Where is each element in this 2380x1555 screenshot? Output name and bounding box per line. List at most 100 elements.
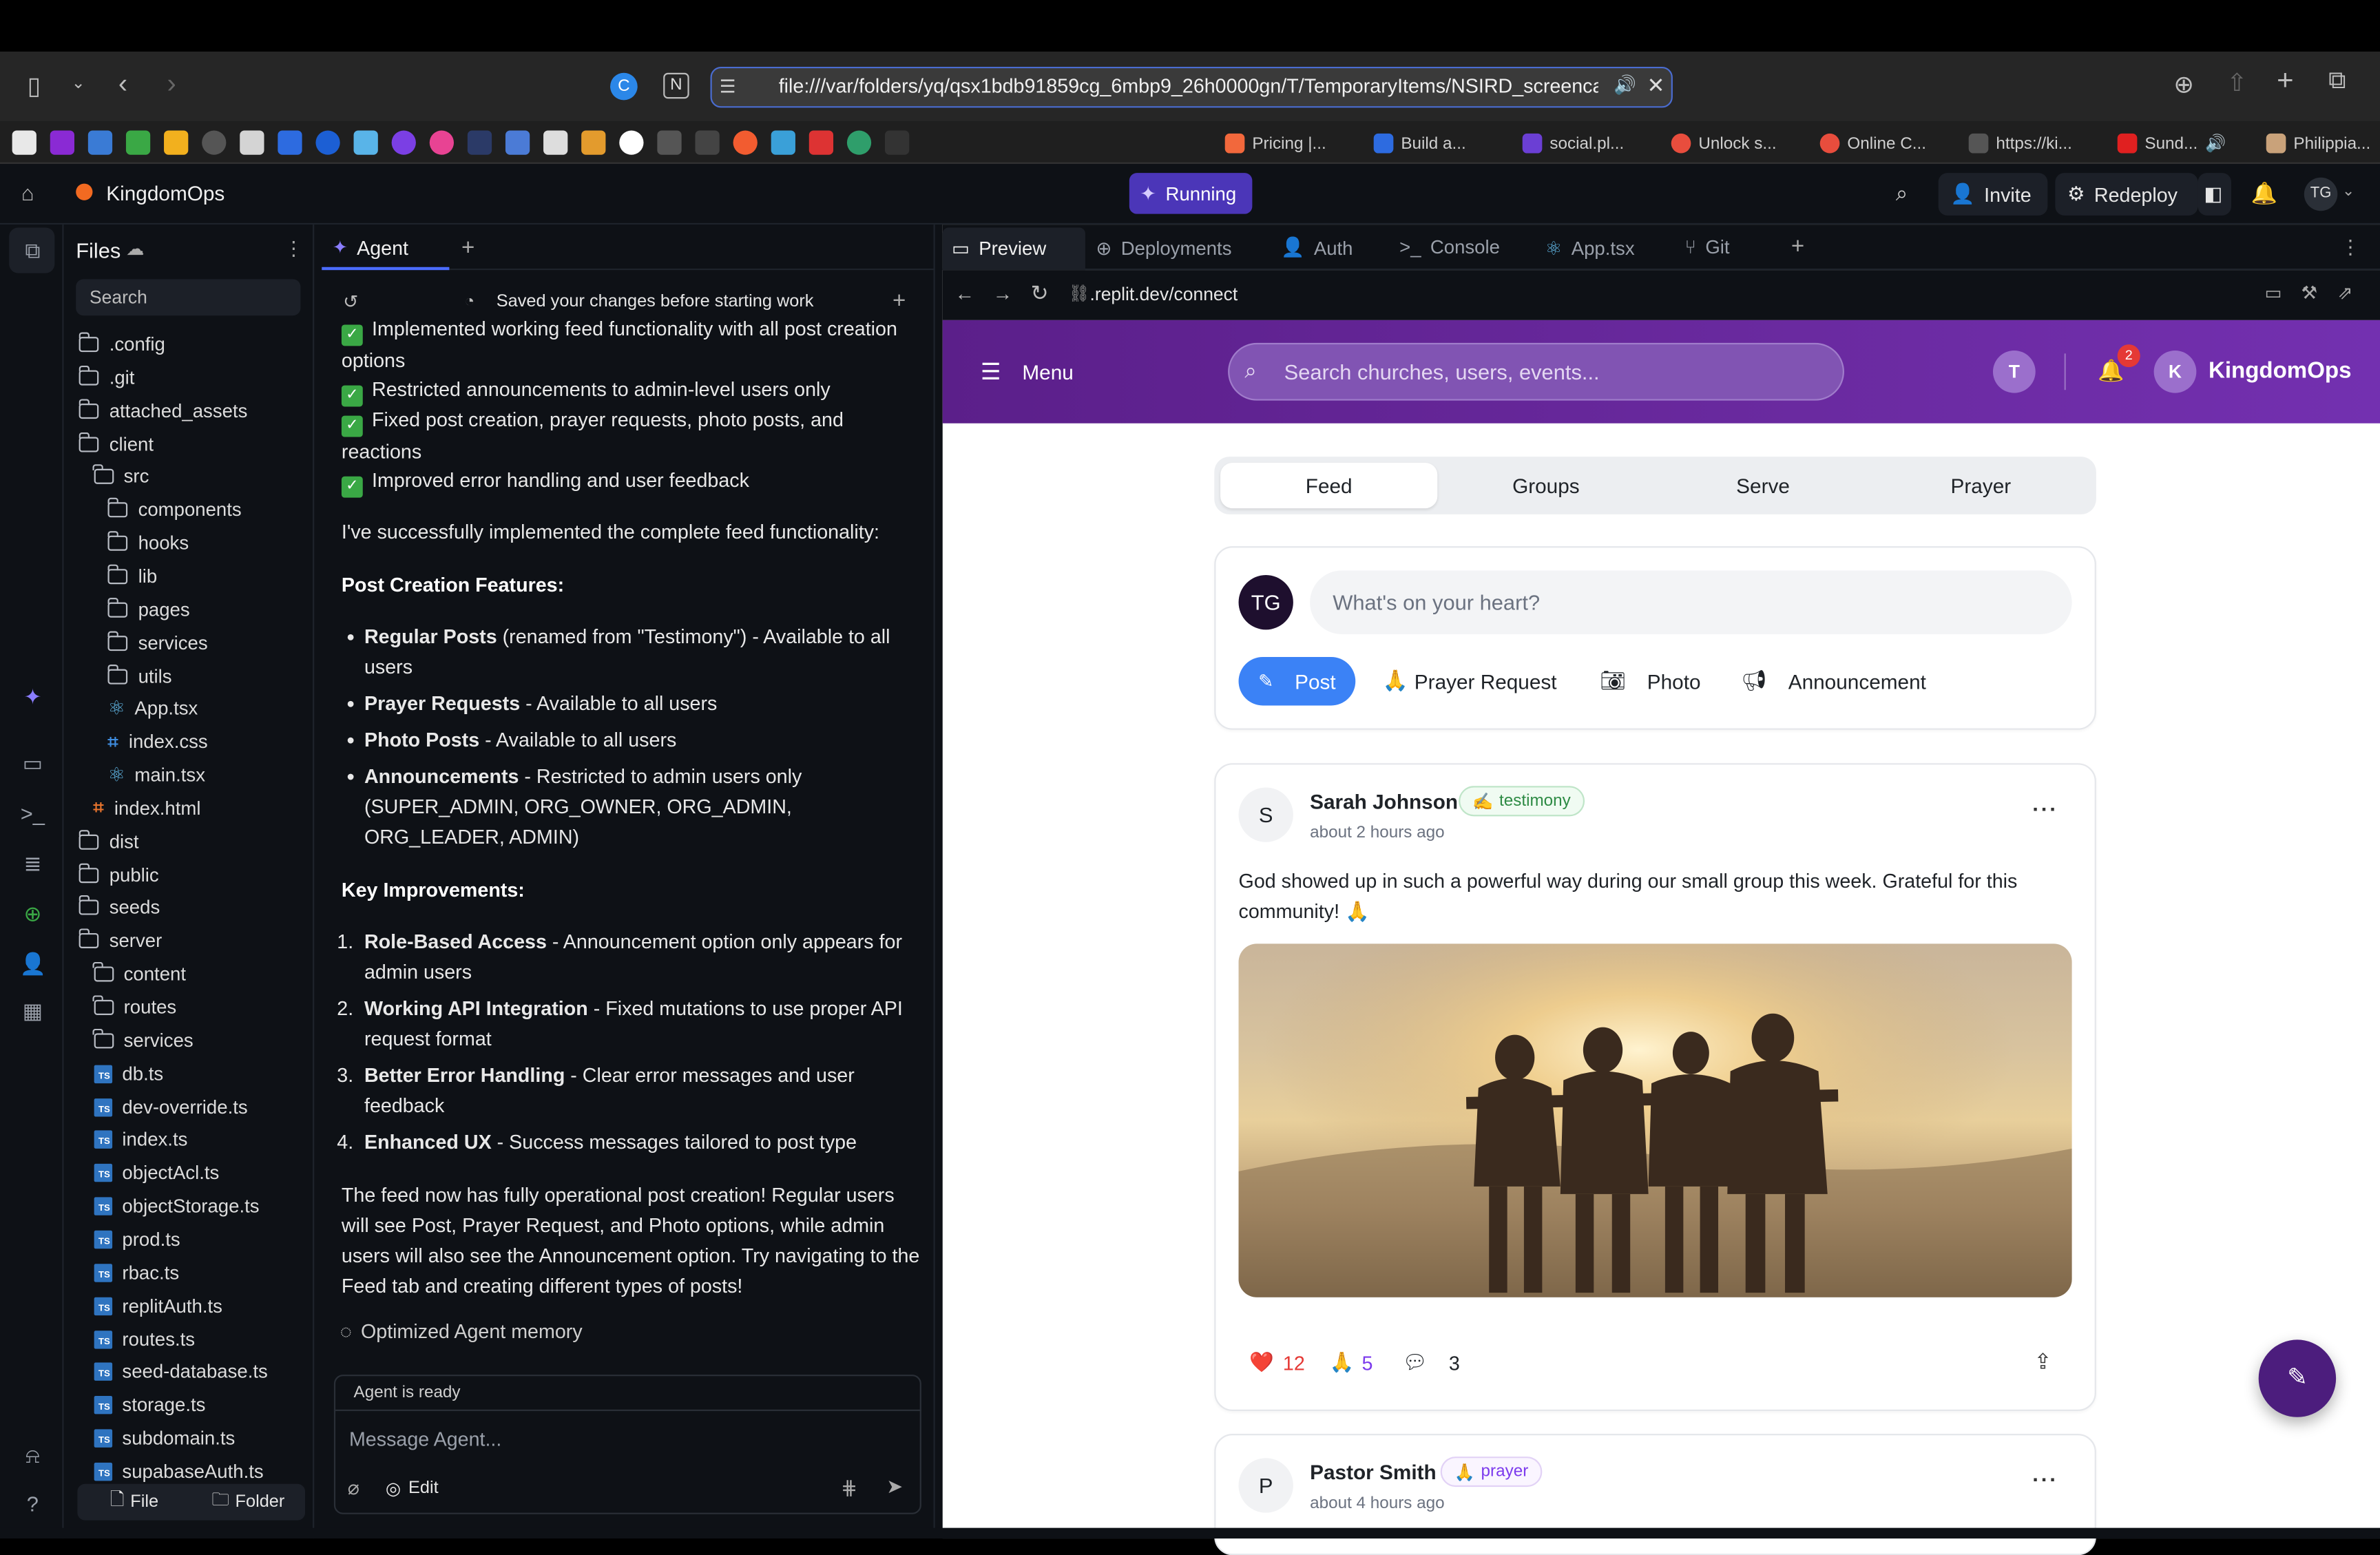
file-tree-item[interactable]: .config <box>78 329 165 359</box>
files-icon[interactable]: ⧉ <box>20 238 45 264</box>
tab-social[interactable]: social.pl... <box>1522 130 1624 156</box>
file-tree-item[interactable]: public <box>78 859 159 890</box>
notion-icon[interactable]: N <box>663 72 689 99</box>
auth-icon[interactable]: 👤 <box>20 951 46 977</box>
pinned-tab-icon[interactable] <box>657 130 682 155</box>
edit-mode-button[interactable]: ◎ Edit <box>386 1478 439 1499</box>
tab-https[interactable]: https://ki... <box>1968 130 2072 156</box>
file-tree-item[interactable]: ⌗ index.css <box>107 727 207 758</box>
file-tree-item[interactable]: utils <box>107 660 172 691</box>
tab-prayer[interactable]: Prayer <box>1872 463 2090 508</box>
avatar[interactable]: S <box>1238 787 1293 842</box>
tab-auth[interactable]: 👤 Auth <box>1281 237 1353 260</box>
reload-icon[interactable]: ↻ <box>1031 281 1049 306</box>
file-tree-item[interactable]: content <box>92 959 186 990</box>
run-button[interactable]: ✦ Running <box>1129 173 1253 214</box>
preview-url[interactable]: .replit.dev/connect <box>1090 284 1238 305</box>
preview-icon[interactable]: ▭ <box>20 751 45 777</box>
pinned-tab-icon[interactable] <box>808 130 834 155</box>
new-folder-button[interactable]: 🗀 Folder <box>191 1488 305 1516</box>
pinned-tab-icon[interactable] <box>429 130 455 155</box>
help-icon[interactable]: ? <box>20 1492 45 1517</box>
pinned-tab-icon[interactable] <box>733 130 758 155</box>
file-tree-item[interactable]: services <box>92 1025 194 1056</box>
file-tree-item[interactable]: hooks <box>107 528 189 559</box>
file-tree-item[interactable]: TS replitAuth.ts <box>93 1291 222 1321</box>
devtools-icon[interactable]: ⚒ <box>2301 282 2317 304</box>
post-button[interactable]: ✎ Post <box>1238 656 1356 706</box>
new-file-button[interactable]: 🗋 File <box>77 1488 191 1516</box>
file-tree-item[interactable]: pages <box>107 594 190 625</box>
post-menu-icon[interactable]: ··· <box>2032 1467 2058 1491</box>
pinned-tab-icon[interactable] <box>12 130 36 155</box>
devices-icon[interactable]: ▭ <box>2265 282 2282 304</box>
pinned-tab-icon[interactable] <box>87 130 113 155</box>
tab-groups[interactable]: Groups <box>1437 463 1654 508</box>
file-tree-item[interactable]: seeds <box>78 893 160 923</box>
deploy-status-button[interactable]: ◧ <box>2198 173 2232 216</box>
more-options-icon[interactable]: ⋮ <box>2341 235 2361 259</box>
tab-git[interactable]: ⑂ Git <box>1685 237 1730 258</box>
new-chat-icon[interactable]: + <box>892 289 906 314</box>
add-tab-icon[interactable]: + <box>1791 233 1804 259</box>
file-tree-item[interactable]: attached_assets <box>78 395 248 426</box>
post-menu-icon[interactable]: ··· <box>2032 797 2058 821</box>
chevron-down-icon[interactable]: ⌄ <box>2342 184 2355 200</box>
file-tree-item[interactable]: TS dev-override.ts <box>93 1092 248 1122</box>
project-name[interactable]: KingdomOps <box>106 182 225 205</box>
pinned-tab-icon[interactable] <box>505 130 530 155</box>
file-tree-item[interactable]: TS supabaseAuth.ts <box>93 1457 264 1487</box>
forward-icon[interactable]: › <box>167 68 176 100</box>
avatar[interactable]: T <box>1992 350 2036 393</box>
tab-sunday[interactable]: Sund... 🔊 <box>2117 130 2226 156</box>
post-author[interactable]: Pastor Smith <box>1310 1461 1437 1484</box>
file-tree-item[interactable]: server <box>78 926 162 957</box>
announcement-button[interactable]: 📢︎ Announcement <box>1741 669 1926 693</box>
avatar[interactable]: P <box>1238 1458 1293 1513</box>
apps-grid-icon[interactable]: ▦ <box>20 999 45 1024</box>
open-external-icon[interactable]: ⇗ <box>2337 282 2352 304</box>
home-icon[interactable]: ⌂ <box>21 180 34 205</box>
file-tree-item[interactable]: dist <box>78 826 139 857</box>
audio-icon[interactable]: 🔊 <box>1614 74 1636 96</box>
pinned-tab-icon[interactable] <box>353 130 378 155</box>
file-tree-item[interactable]: TS subdomain.ts <box>93 1423 235 1454</box>
tab-online[interactable]: Online C... <box>1819 130 1926 156</box>
file-tree-item[interactable]: services <box>107 627 208 658</box>
file-tree-item[interactable]: routes <box>92 992 176 1023</box>
settings-sliders-icon[interactable]: ⋕ <box>841 1476 857 1501</box>
page-menu-icon[interactable]: ☰ <box>720 76 736 97</box>
file-tree-item[interactable]: components <box>107 495 242 525</box>
redeploy-button[interactable]: ⚙ Redeploy <box>2055 173 2198 216</box>
back-icon[interactable]: ‹ <box>118 68 127 100</box>
tab-philippians[interactable]: Philippia... <box>2266 130 2370 156</box>
tab-preview[interactable]: ▭ Preview <box>952 237 1046 260</box>
search-icon[interactable]: ⌕ <box>1896 180 1908 206</box>
forward-icon[interactable]: → <box>992 282 1012 305</box>
send-icon[interactable]: ➤ <box>886 1475 903 1499</box>
close-icon[interactable]: ✕ <box>1647 73 1664 98</box>
share-icon[interactable]: ⇧ <box>2226 68 2247 98</box>
pinned-tab-icon[interactable] <box>164 130 189 155</box>
file-tree-item[interactable]: ⚛ main.tsx <box>107 760 205 791</box>
pinned-tab-icon[interactable] <box>125 130 151 155</box>
database-icon[interactable]: ≣ <box>20 851 45 877</box>
tab-pricing[interactable]: Pricing |... <box>1224 130 1326 156</box>
alerts-icon[interactable]: ⍾ <box>20 1443 45 1468</box>
pinned-tab-icon[interactable] <box>315 130 340 155</box>
prayer-request-button[interactable]: 🙏 Prayer Request <box>1383 669 1557 693</box>
pinned-tab-icon[interactable] <box>884 130 910 155</box>
app-search-input[interactable]: ⌕ Search churches, users, events... <box>1228 342 1844 401</box>
tab-overview-icon[interactable]: ⧉ <box>2328 68 2346 96</box>
console-icon[interactable]: >_ <box>20 801 45 826</box>
attach-icon[interactable]: ⌀ <box>348 1476 359 1501</box>
audio-icon[interactable]: 🔊 <box>2205 134 2226 153</box>
tab-unlock[interactable]: Unlock s... <box>1671 130 1777 156</box>
pinned-tab-icon[interactable] <box>467 130 492 155</box>
file-tree-item[interactable]: lib <box>107 561 157 592</box>
post-photo[interactable] <box>1238 943 2072 1297</box>
tab-console[interactable]: >_ Console <box>1399 237 1500 258</box>
pinned-tab-icon[interactable] <box>581 130 606 155</box>
tab-build[interactable]: Build a... <box>1373 130 1466 156</box>
back-icon[interactable]: ← <box>954 282 974 305</box>
